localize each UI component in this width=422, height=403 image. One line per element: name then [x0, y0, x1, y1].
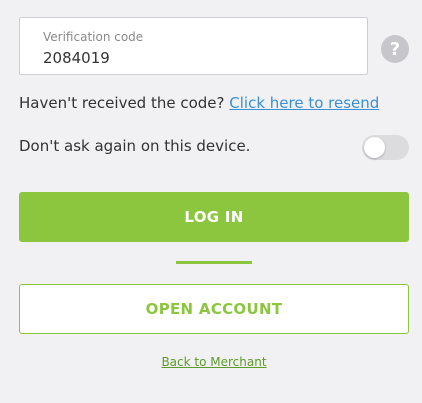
toggle-knob — [364, 137, 385, 158]
remember-device-label: Don't ask again on this device. — [19, 137, 251, 155]
resend-prompt: Haven't received the code? — [19, 94, 225, 112]
open-account-button[interactable]: OPEN ACCOUNT — [19, 284, 409, 334]
verification-code-field[interactable]: Verification code — [19, 17, 368, 75]
login-button[interactable]: LOG IN — [19, 192, 409, 242]
resend-link[interactable]: Click here to resend — [229, 94, 379, 112]
remember-device-toggle[interactable] — [362, 135, 409, 160]
question-mark-icon[interactable]: ? — [381, 35, 409, 63]
section-divider — [176, 261, 252, 264]
back-to-merchant-link[interactable]: Back to Merchant — [0, 355, 422, 369]
resend-row: Haven't received the code? Click here to… — [19, 94, 379, 112]
verification-code-label: Verification code — [43, 30, 144, 44]
verification-code-input[interactable] — [43, 49, 343, 67]
